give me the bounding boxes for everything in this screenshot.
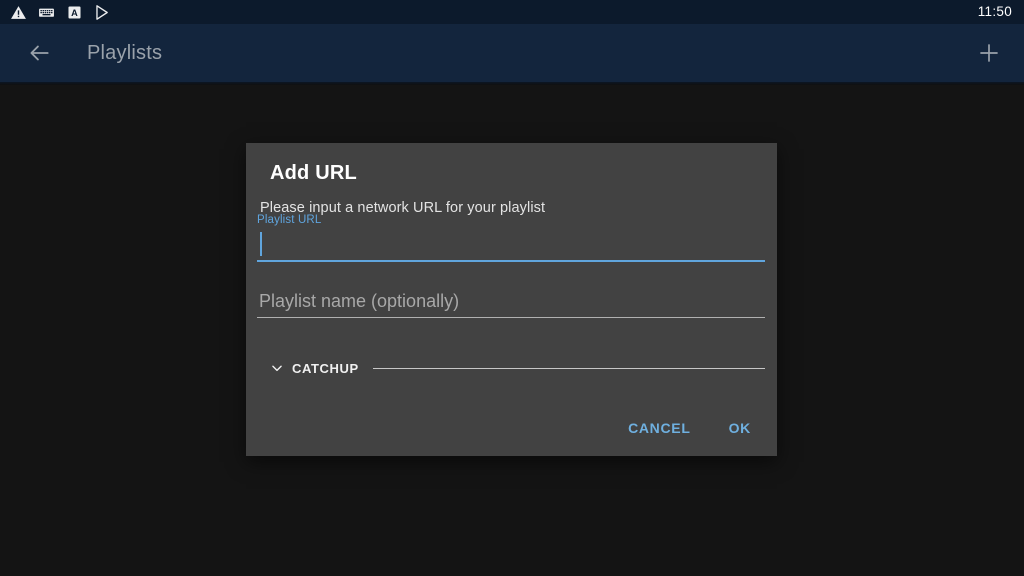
- play-store-icon: [94, 4, 111, 21]
- chevron-down-icon: [270, 361, 284, 375]
- warning-triangle-icon: [10, 4, 27, 21]
- cancel-button[interactable]: CANCEL: [614, 411, 705, 445]
- playlist-name-field-group: [257, 285, 765, 318]
- playlist-name-input[interactable]: [257, 285, 765, 317]
- svg-text:A: A: [71, 8, 78, 18]
- keyboard-icon: [38, 4, 55, 21]
- ok-button[interactable]: OK: [715, 411, 765, 445]
- add-url-dialog: Add URL Please input a network URL for y…: [246, 143, 777, 456]
- arrow-left-icon: [26, 40, 52, 66]
- screen: A 11:50 Playlists Add URL Please input a…: [0, 0, 1024, 576]
- dialog-title: Add URL: [270, 162, 357, 184]
- plus-icon: [977, 41, 1001, 65]
- playlist-url-underline: [257, 260, 765, 262]
- playlist-name-underline: [257, 317, 765, 318]
- status-bar: A 11:50: [0, 0, 1024, 24]
- catchup-divider: [372, 367, 765, 369]
- catchup-label: CATCHUP: [292, 360, 359, 376]
- status-bar-icons: A: [10, 4, 111, 21]
- dialog-action-bar: CANCEL OK: [614, 411, 765, 445]
- back-button[interactable]: [22, 36, 56, 70]
- playlist-url-input-row[interactable]: [257, 229, 765, 262]
- playlist-url-label: Playlist URL: [257, 214, 322, 226]
- font-a-icon: A: [66, 4, 83, 21]
- playlist-url-input[interactable]: [257, 229, 765, 260]
- add-playlist-button[interactable]: [972, 36, 1006, 70]
- status-bar-clock: 11:50: [977, 4, 1012, 19]
- playlist-url-field-group: Playlist URL: [257, 213, 765, 262]
- text-caret: [260, 232, 262, 256]
- app-bar: Playlists: [0, 24, 1024, 82]
- page-title: Playlists: [87, 41, 163, 64]
- catchup-section-header[interactable]: CATCHUP: [270, 358, 765, 378]
